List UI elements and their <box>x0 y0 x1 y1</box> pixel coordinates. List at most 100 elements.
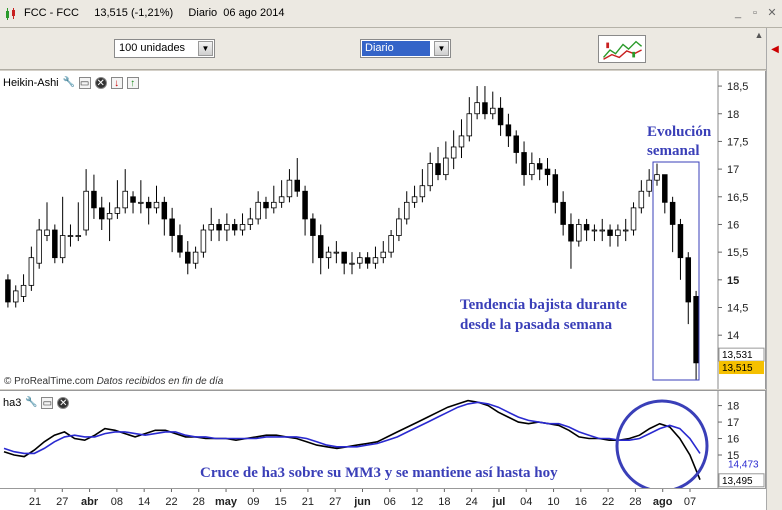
date-tick-label: 08 <box>111 496 123 508</box>
chart-tools-button[interactable] <box>598 35 646 63</box>
chevron-down-icon[interactable]: ▼ <box>198 41 213 56</box>
candle <box>216 218 222 242</box>
candle <box>450 130 457 170</box>
price-chart[interactable]: 18,5 18 17,5 17 16,5 16 15,5 15 14,5 14 13,531 13,5… <box>0 71 766 389</box>
candle <box>75 202 82 242</box>
quantity-select[interactable]: 100 unidades ▼ <box>114 39 215 58</box>
price-tick-label: 15 <box>727 275 739 287</box>
copyright-notice: © ProRealTime.com Datos recibidos en fin… <box>4 376 223 387</box>
candle <box>380 241 387 264</box>
candle <box>153 185 160 214</box>
date-tick-label: 22 <box>165 496 177 508</box>
candle <box>255 191 261 225</box>
candle-body-down <box>482 102 488 115</box>
price-tick-label: 16 <box>727 219 739 231</box>
chevron-down-icon[interactable]: ▼ <box>434 41 449 56</box>
price-tick-label: 17 <box>727 164 739 176</box>
candle <box>333 241 340 264</box>
candle <box>505 113 512 147</box>
candle <box>294 158 301 197</box>
price-tick-label: 16,5 <box>727 192 748 204</box>
candle-body-up <box>458 135 465 148</box>
trend-annotation-line1: Tendencia bajista durante <box>460 297 627 313</box>
candle <box>185 241 191 275</box>
cross-highlight-circle <box>615 399 709 493</box>
candle-body-up <box>20 284 27 297</box>
period-select[interactable]: Diario ▼ <box>360 39 451 58</box>
candle <box>224 213 230 242</box>
candle <box>458 119 465 159</box>
candle <box>325 246 332 269</box>
candle <box>52 224 58 264</box>
candle-body-down <box>310 218 316 236</box>
candle-body-up <box>450 146 457 159</box>
date-tick-label: 12 <box>411 496 423 508</box>
date-tick-label: abr <box>81 496 99 508</box>
candle <box>513 130 519 164</box>
candle-body-down <box>294 179 301 192</box>
date-tick-label: jul <box>492 496 506 508</box>
candle <box>310 213 316 264</box>
candle-body-up <box>255 201 261 220</box>
candle <box>341 251 347 275</box>
candle <box>208 207 214 242</box>
candle-body-up <box>388 235 394 253</box>
candle <box>177 224 183 258</box>
date-tick-label: 07 <box>684 496 696 508</box>
candle <box>396 207 402 242</box>
candle-body-down <box>693 296 699 364</box>
candle-body-down <box>435 163 441 176</box>
candle-body-down <box>263 201 269 209</box>
right-side-bar: ◀ <box>766 28 782 510</box>
candle-body-up <box>325 251 332 259</box>
candle <box>28 246 35 291</box>
candle-body-up <box>83 190 89 231</box>
candle-body-down <box>583 224 590 231</box>
candle-body-up <box>638 190 645 209</box>
candle <box>482 86 488 120</box>
cross-annotation: Cruce de ha3 sobre su MM3 y se mantiene … <box>200 465 558 481</box>
candle <box>419 169 426 203</box>
candle-body-up <box>28 257 35 286</box>
candle-body-down <box>52 229 58 259</box>
indicator-chart[interactable]: 1817161514,47313,495Cruce de ha3 sobre s… <box>0 391 766 493</box>
candle <box>443 141 449 181</box>
date-tick-label: 06 <box>384 496 396 508</box>
candle <box>200 224 207 258</box>
candle-body-up <box>333 251 340 254</box>
candle-body-down <box>231 224 238 231</box>
candle <box>239 213 246 236</box>
candle <box>247 207 254 230</box>
collapse-arrow-icon[interactable]: ◀ <box>769 44 781 64</box>
candle <box>435 146 441 181</box>
candle-body-down <box>544 168 551 176</box>
date-tick-label: 28 <box>193 496 205 508</box>
indicator-panel: ha3 🔧 ▭ ✕ 18 17 16 15 14,473 13,495 Cruce de h… <box>0 390 766 493</box>
scroll-up-icon[interactable]: ▲ <box>752 30 766 44</box>
trend-annotation-line2: desde la pasada semana <box>460 317 613 333</box>
candle-body-up <box>247 218 254 225</box>
candle <box>99 196 105 230</box>
minimize-icon[interactable]: _ <box>731 6 745 20</box>
indicator-tick-label: 16 <box>727 434 739 446</box>
candle <box>544 158 551 186</box>
maximize-icon[interactable]: ▫ <box>748 6 762 20</box>
candle-body-down <box>513 135 519 153</box>
date-tick-label: 10 <box>547 496 559 508</box>
candle <box>231 218 238 236</box>
date-tick-label: 27 <box>56 496 68 508</box>
candle-body-down <box>5 279 11 303</box>
date-tick-label: jun <box>353 496 371 508</box>
candle <box>388 230 394 258</box>
last-price-label: 13,515 <box>722 363 753 374</box>
candle-body-up <box>576 224 582 242</box>
close-icon[interactable]: ✕ <box>765 6 779 20</box>
candle <box>622 218 629 242</box>
candle <box>130 191 136 214</box>
candle-body-up <box>114 207 121 214</box>
candle <box>427 152 433 192</box>
date-tick-label: 27 <box>329 496 341 508</box>
candle-body-up <box>208 224 214 231</box>
weekly-annotation-line1: Evolución <box>647 124 712 140</box>
period-value: Diario <box>362 41 430 56</box>
